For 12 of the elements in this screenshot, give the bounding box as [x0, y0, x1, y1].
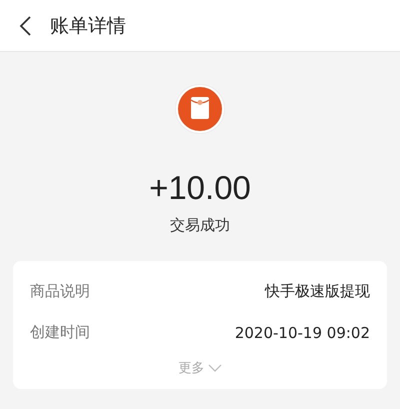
detail-label: 创建时间: [30, 323, 90, 342]
detail-value: 2020-10-19 09:02: [234, 324, 370, 342]
amount: +10.00: [149, 168, 251, 208]
page-title: 账单详情: [50, 14, 126, 38]
detail-value: 快手极速版提现: [265, 282, 370, 301]
chevron-icon: [208, 364, 222, 372]
transaction-status: 交易成功: [170, 216, 230, 235]
back-button[interactable]: [18, 14, 32, 36]
envelope-icon: [175, 84, 225, 134]
more-button[interactable]: 更多: [172, 355, 228, 381]
back-icon: [18, 14, 32, 36]
detail-label: 商品说明: [30, 282, 90, 301]
